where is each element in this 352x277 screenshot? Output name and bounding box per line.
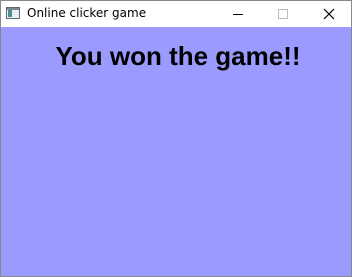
app-window-icon[interactable] [6, 7, 20, 19]
app-window: Online clicker game You won the game!! [0, 0, 352, 277]
close-button[interactable] [305, 1, 351, 27]
window-title: Online clicker game [27, 6, 147, 20]
close-icon [323, 8, 335, 20]
maximize-button[interactable] [259, 1, 305, 27]
minimize-icon [233, 14, 243, 15]
maximize-icon [278, 9, 288, 19]
minimize-button[interactable] [215, 1, 261, 27]
win-message: You won the game!! [55, 41, 301, 71]
title-bar[interactable]: Online clicker game [1, 1, 351, 27]
game-area[interactable]: You won the game!! [1, 27, 351, 276]
